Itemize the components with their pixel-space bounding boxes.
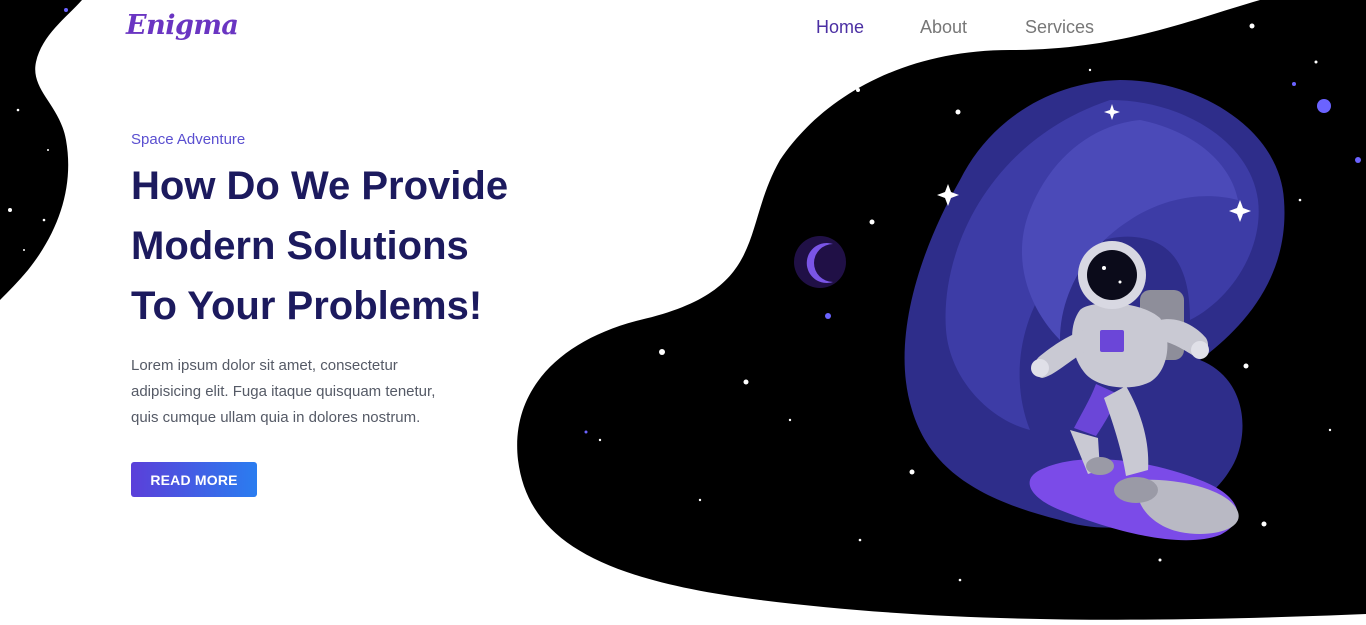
headline-line-2: Modern Solutions <box>131 224 469 268</box>
nav-home-link[interactable]: Home <box>816 17 864 38</box>
logo[interactable]: Enigma <box>126 10 239 41</box>
description-line-1: Lorem ipsum dolor sit amet, consectetur <box>131 357 398 374</box>
read-more-button[interactable]: READ MORE <box>131 462 257 497</box>
hero-headline: How Do We Provide Modern Solutions To Yo… <box>131 156 508 336</box>
nav-about-link[interactable]: About <box>920 17 967 38</box>
headline-line-3: To Your Problems! <box>131 284 483 328</box>
nav-services-link[interactable]: Services <box>1025 17 1094 38</box>
left-space-blob <box>0 0 82 300</box>
description-line-3: quis cumque ullam quia in dolores nostru… <box>131 409 421 426</box>
hero-description: Lorem ipsum dolor sit amet, consectetur … <box>131 353 481 431</box>
hero-eyebrow: Space Adventure <box>131 131 246 148</box>
moon-icon <box>794 236 846 288</box>
headline-line-1: How Do We Provide <box>131 164 509 208</box>
description-line-2: adipisicing elit. Fuga itaque quisquam t… <box>131 383 436 400</box>
